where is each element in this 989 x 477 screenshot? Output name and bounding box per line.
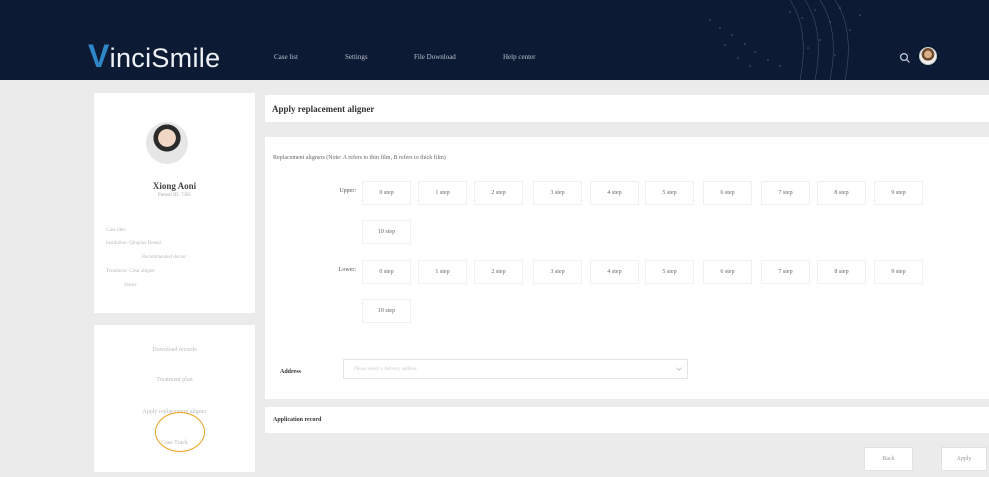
nav-settings[interactable]: Settings (345, 53, 368, 61)
upper-step-0[interactable]: 0 step (362, 181, 411, 205)
apply-button[interactable]: Apply (941, 447, 987, 471)
nav-case-list[interactable]: Case list (274, 53, 298, 61)
lower-step-5[interactable]: 5 step (645, 260, 694, 284)
upper-step-8[interactable]: 8 step (817, 181, 866, 205)
nav-help-center[interactable]: Help center (503, 53, 535, 61)
patient-info-line: Treatment: Clear aligner (106, 269, 155, 274)
application-record-title: Application record (273, 417, 322, 423)
top-navbar: VinciSmile Case list Settings File Downl… (0, 0, 989, 80)
lower-step-8[interactable]: 8 step (817, 260, 866, 284)
patient-name: Xiong Aoni (152, 181, 197, 191)
lower-label: Lower: (338, 267, 356, 273)
lower-step-0[interactable]: 0 step (362, 260, 411, 284)
patient-info-line: Recommended doctor (142, 255, 187, 260)
patient-profile-card: Xiong Aoni Patient ID: 7305 Case title: … (94, 93, 255, 313)
lower-step-9[interactable]: 9 step (874, 260, 923, 284)
replacement-form: Replacement aligners (Note: A refers to … (265, 137, 989, 399)
page-title: Apply replacement aligner (272, 104, 375, 114)
application-record-bar[interactable]: Application record (265, 407, 989, 433)
replacement-note: Replacement aligners (Note: A refers to … (273, 155, 446, 161)
lower-step-6[interactable]: 6 step (703, 260, 752, 284)
address-select[interactable]: Please select a delivery address (343, 359, 688, 379)
patient-photo (146, 122, 188, 164)
search-icon[interactable] (899, 52, 911, 64)
patient-id: Patient ID: 7305 (157, 193, 192, 198)
nav-file-download[interactable]: File Download (414, 53, 456, 61)
patient-info-line: Status: (124, 283, 138, 288)
upper-step-10[interactable]: 10 step (362, 220, 411, 244)
address-label: Address (280, 369, 301, 375)
lower-step-10[interactable]: 10 step (362, 299, 411, 323)
vincismile-logo[interactable]: VinciSmile (88, 38, 220, 75)
menu-treatment-plan[interactable]: Treatment plan (94, 377, 255, 383)
upper-label: Upper: (339, 188, 356, 194)
lower-step-3[interactable]: 3 step (533, 260, 582, 284)
lower-step-1[interactable]: 1 step (418, 260, 467, 284)
upper-step-3[interactable]: 3 step (533, 181, 582, 205)
chevron-down-icon (676, 365, 682, 371)
upper-step-4[interactable]: 4 step (590, 181, 639, 205)
upper-step-1[interactable]: 1 step (418, 181, 467, 205)
user-avatar[interactable] (919, 47, 937, 65)
address-placeholder: Please select a delivery address (354, 367, 417, 372)
click-highlight-ring (155, 412, 205, 452)
decorative-dots-pattern (709, 0, 861, 80)
upper-step-6[interactable]: 6 step (703, 181, 752, 205)
upper-step-9[interactable]: 9 step (874, 181, 923, 205)
back-button[interactable]: Back (864, 447, 913, 471)
lower-step-2[interactable]: 2 step (474, 260, 523, 284)
lower-step-4[interactable]: 4 step (590, 260, 639, 284)
patient-info-line: Case title: (106, 228, 127, 233)
patient-info-line: Institution: Qingdao Dental (106, 241, 161, 246)
menu-download-records[interactable]: Download records (94, 347, 255, 353)
upper-step-7[interactable]: 7 step (761, 181, 810, 205)
page-header: Apply replacement aligner (265, 95, 989, 122)
upper-step-2[interactable]: 2 step (474, 181, 523, 205)
lower-step-7[interactable]: 7 step (761, 260, 810, 284)
upper-step-5[interactable]: 5 step (645, 181, 694, 205)
